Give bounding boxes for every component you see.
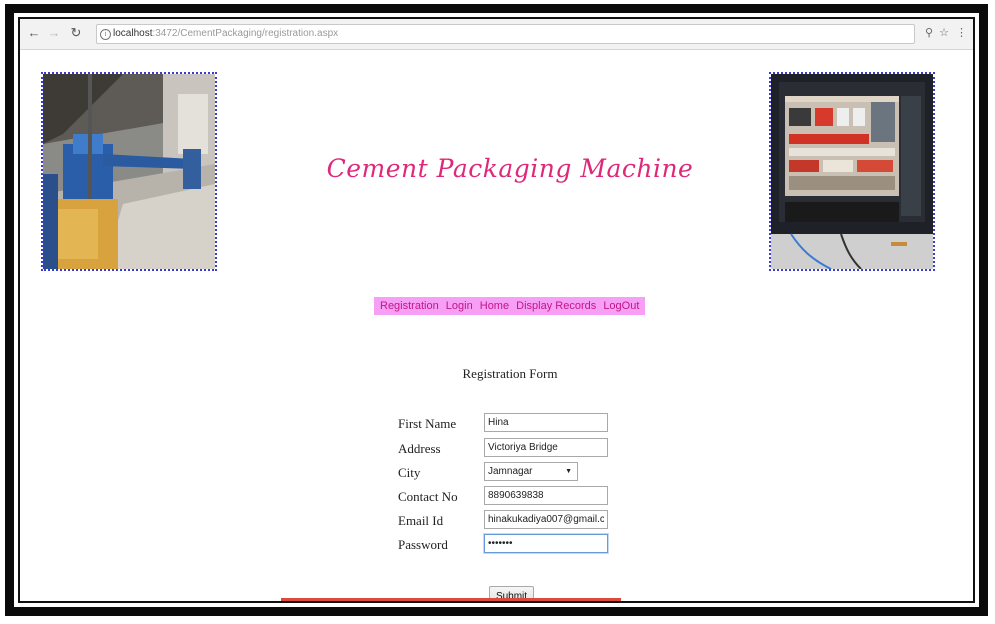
email-input[interactable]	[484, 510, 608, 529]
back-arrow-icon[interactable]: ←	[26, 25, 42, 41]
address-row: Address	[398, 438, 638, 460]
menu-item-display-records[interactable]: Display Records	[516, 300, 596, 312]
info-icon[interactable]: i	[100, 29, 111, 40]
control-panel-photo	[769, 72, 935, 271]
address-input[interactable]	[484, 438, 608, 457]
browser-toolbar: ← → ↻ i localhost:3472/CementPackaging/r…	[20, 19, 973, 50]
city-row: City Jamnagar ▼	[398, 462, 638, 484]
url-path: :3472/CementPackaging/registration.aspx	[152, 28, 339, 39]
email-row: Email Id	[398, 510, 638, 532]
cement-plant-illustration	[43, 74, 215, 269]
menu-item-home[interactable]: Home	[480, 300, 509, 312]
bookmark-star-icon[interactable]: ☆	[939, 26, 949, 39]
browser-window: ← → ↻ i localhost:3472/CementPackaging/r…	[18, 17, 975, 603]
dropdown-arrow-icon: ▼	[565, 468, 572, 475]
password-input[interactable]	[484, 534, 608, 553]
first-name-row: First Name	[398, 413, 638, 435]
forward-arrow-icon[interactable]: →	[46, 25, 62, 41]
cement-plant-photo	[41, 72, 217, 271]
reload-icon[interactable]: ↻	[68, 25, 84, 41]
menu-item-login[interactable]: Login	[446, 300, 473, 312]
contact-row: Contact No	[398, 486, 638, 508]
screenshot-frame: ← → ↻ i localhost:3472/CementPackaging/r…	[5, 4, 988, 616]
city-selected-value: Jamnagar	[488, 466, 533, 477]
city-label: City	[398, 465, 421, 480]
control-panel-illustration	[771, 74, 933, 269]
contact-input[interactable]	[484, 486, 608, 505]
vertical-dots-icon[interactable]: ⋮	[956, 26, 967, 39]
menu-item-registration[interactable]: Registration	[380, 300, 439, 312]
city-select[interactable]: Jamnagar ▼	[484, 462, 578, 481]
form-title: Registration Form	[462, 366, 558, 381]
zoom-icon[interactable]: ⚲	[925, 26, 933, 39]
contact-label: Contact No	[398, 489, 458, 504]
password-label: Password	[398, 537, 448, 552]
bottom-strip	[281, 598, 621, 601]
first-name-label: First Name	[398, 416, 457, 431]
email-label: Email Id	[398, 513, 444, 528]
password-row: Password	[398, 534, 638, 556]
menu-item-logout[interactable]: LogOut	[603, 300, 639, 312]
first-name-input[interactable]	[484, 413, 608, 432]
address-bar[interactable]: i localhost:3472/CementPackaging/registr…	[96, 24, 915, 44]
url-host: localhost	[113, 28, 153, 39]
main-menu: Registration Login Home Display Records …	[374, 297, 646, 315]
site-title: Cement Packaging Machine	[326, 154, 694, 183]
address-label: Address	[398, 441, 441, 456]
